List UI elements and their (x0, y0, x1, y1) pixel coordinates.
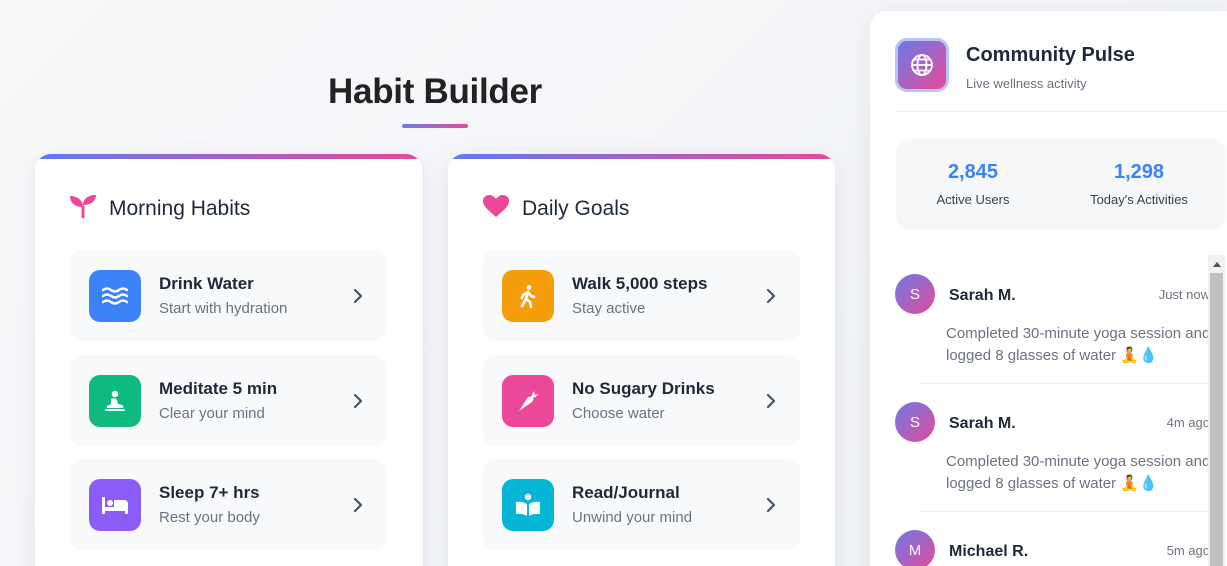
community-title: Community Pulse (966, 44, 1135, 66)
stat-todays-activities: 1,298 Today's Activities (1064, 161, 1214, 207)
water-waves-icon (89, 269, 141, 322)
goal-item-read-journal[interactable]: Read/Journal Unwind your mind (483, 459, 800, 550)
habit-subtitle: Rest your body (159, 509, 260, 526)
habit-subtitle: Clear your mind (159, 405, 265, 422)
feed-scrollbar[interactable] (1208, 255, 1225, 566)
morning-habits-card: Morning Habits Drink Water Start with hy… (35, 154, 422, 566)
avatar: S (895, 402, 935, 442)
habit-title: Drink Water (159, 274, 254, 293)
chevron-right-icon (343, 497, 373, 513)
feed-timestamp: 4m ago (1166, 415, 1210, 430)
chevron-right-icon (343, 288, 373, 304)
goal-title: Walk 5,000 steps (572, 274, 708, 293)
habit-item-drink-water[interactable]: Drink Water Start with hydration (70, 250, 387, 341)
sprout-icon (69, 194, 97, 223)
panel-divider (895, 111, 1227, 112)
daily-goals-header: Daily Goals (482, 194, 629, 223)
page-title: Habit Builder (328, 72, 542, 111)
feed-divider (920, 511, 1210, 512)
meditation-icon (89, 374, 141, 427)
chevron-right-icon (343, 393, 373, 409)
scroll-up-arrow-icon[interactable] (1208, 255, 1225, 272)
feed-timestamp: Just now (1158, 287, 1210, 302)
walking-icon (502, 269, 554, 322)
goal-subtitle: Choose water (572, 405, 665, 422)
feed-message: Completed 30-minute yoga session and log… (946, 325, 1211, 364)
feed-timestamp: 5m ago (1166, 543, 1210, 558)
chevron-right-icon (756, 393, 786, 409)
stat-label: Today's Activities (1090, 192, 1188, 207)
goal-item-no-sugary-drinks[interactable]: No Sugary Drinks Choose water (483, 355, 800, 446)
stat-label: Active Users (936, 192, 1010, 207)
feed-user-name: Sarah M. (949, 415, 1016, 432)
feed-divider (920, 383, 1210, 384)
carrot-icon (502, 374, 554, 427)
habit-title: Sleep 7+ hrs (159, 483, 260, 502)
goal-item-walk[interactable]: Walk 5,000 steps Stay active (483, 250, 800, 341)
chevron-right-icon (756, 288, 786, 304)
avatar: M (895, 530, 935, 566)
community-subtitle: Live wellness activity (966, 76, 1087, 91)
habit-item-sleep[interactable]: Sleep 7+ hrs Rest your body (70, 459, 387, 550)
community-pulse-panel: Community Pulse Live wellness activity 2… (870, 11, 1227, 566)
avatar: S (895, 274, 935, 314)
book-reader-icon (502, 478, 554, 531)
bed-icon (89, 478, 141, 531)
habit-subtitle: Start with hydration (159, 300, 288, 317)
chevron-right-icon (756, 497, 786, 513)
morning-habits-title: Morning Habits (109, 196, 251, 220)
habit-item-meditate[interactable]: Meditate 5 min Clear your mind (70, 355, 387, 446)
feed-user-name: Sarah M. (949, 287, 1016, 304)
daily-goals-card: Daily Goals Walk 5,000 steps Stay active (448, 154, 835, 566)
goal-title: Read/Journal (572, 483, 680, 502)
stat-active-users: 2,845 Active Users (898, 161, 1048, 207)
title-underline (402, 124, 468, 128)
habit-title: Meditate 5 min (159, 379, 278, 398)
stat-value: 2,845 (947, 161, 999, 183)
stat-value: 1,298 (1113, 161, 1165, 183)
stats-box: 2,845 Active Users 1,298 Today's Activit… (896, 139, 1226, 230)
goal-title: No Sugary Drinks (572, 379, 715, 398)
scrollbar-thumb[interactable] (1210, 273, 1223, 566)
feed-user-name: Michael R. (949, 543, 1029, 560)
goal-subtitle: Unwind your mind (572, 509, 693, 526)
goal-subtitle: Stay active (572, 300, 646, 317)
morning-habits-header: Morning Habits (69, 194, 250, 223)
heart-icon (482, 194, 510, 223)
globe-icon (895, 38, 949, 92)
daily-goals-title: Daily Goals (522, 196, 630, 220)
feed-message: Completed 30-minute yoga session and log… (946, 453, 1211, 492)
